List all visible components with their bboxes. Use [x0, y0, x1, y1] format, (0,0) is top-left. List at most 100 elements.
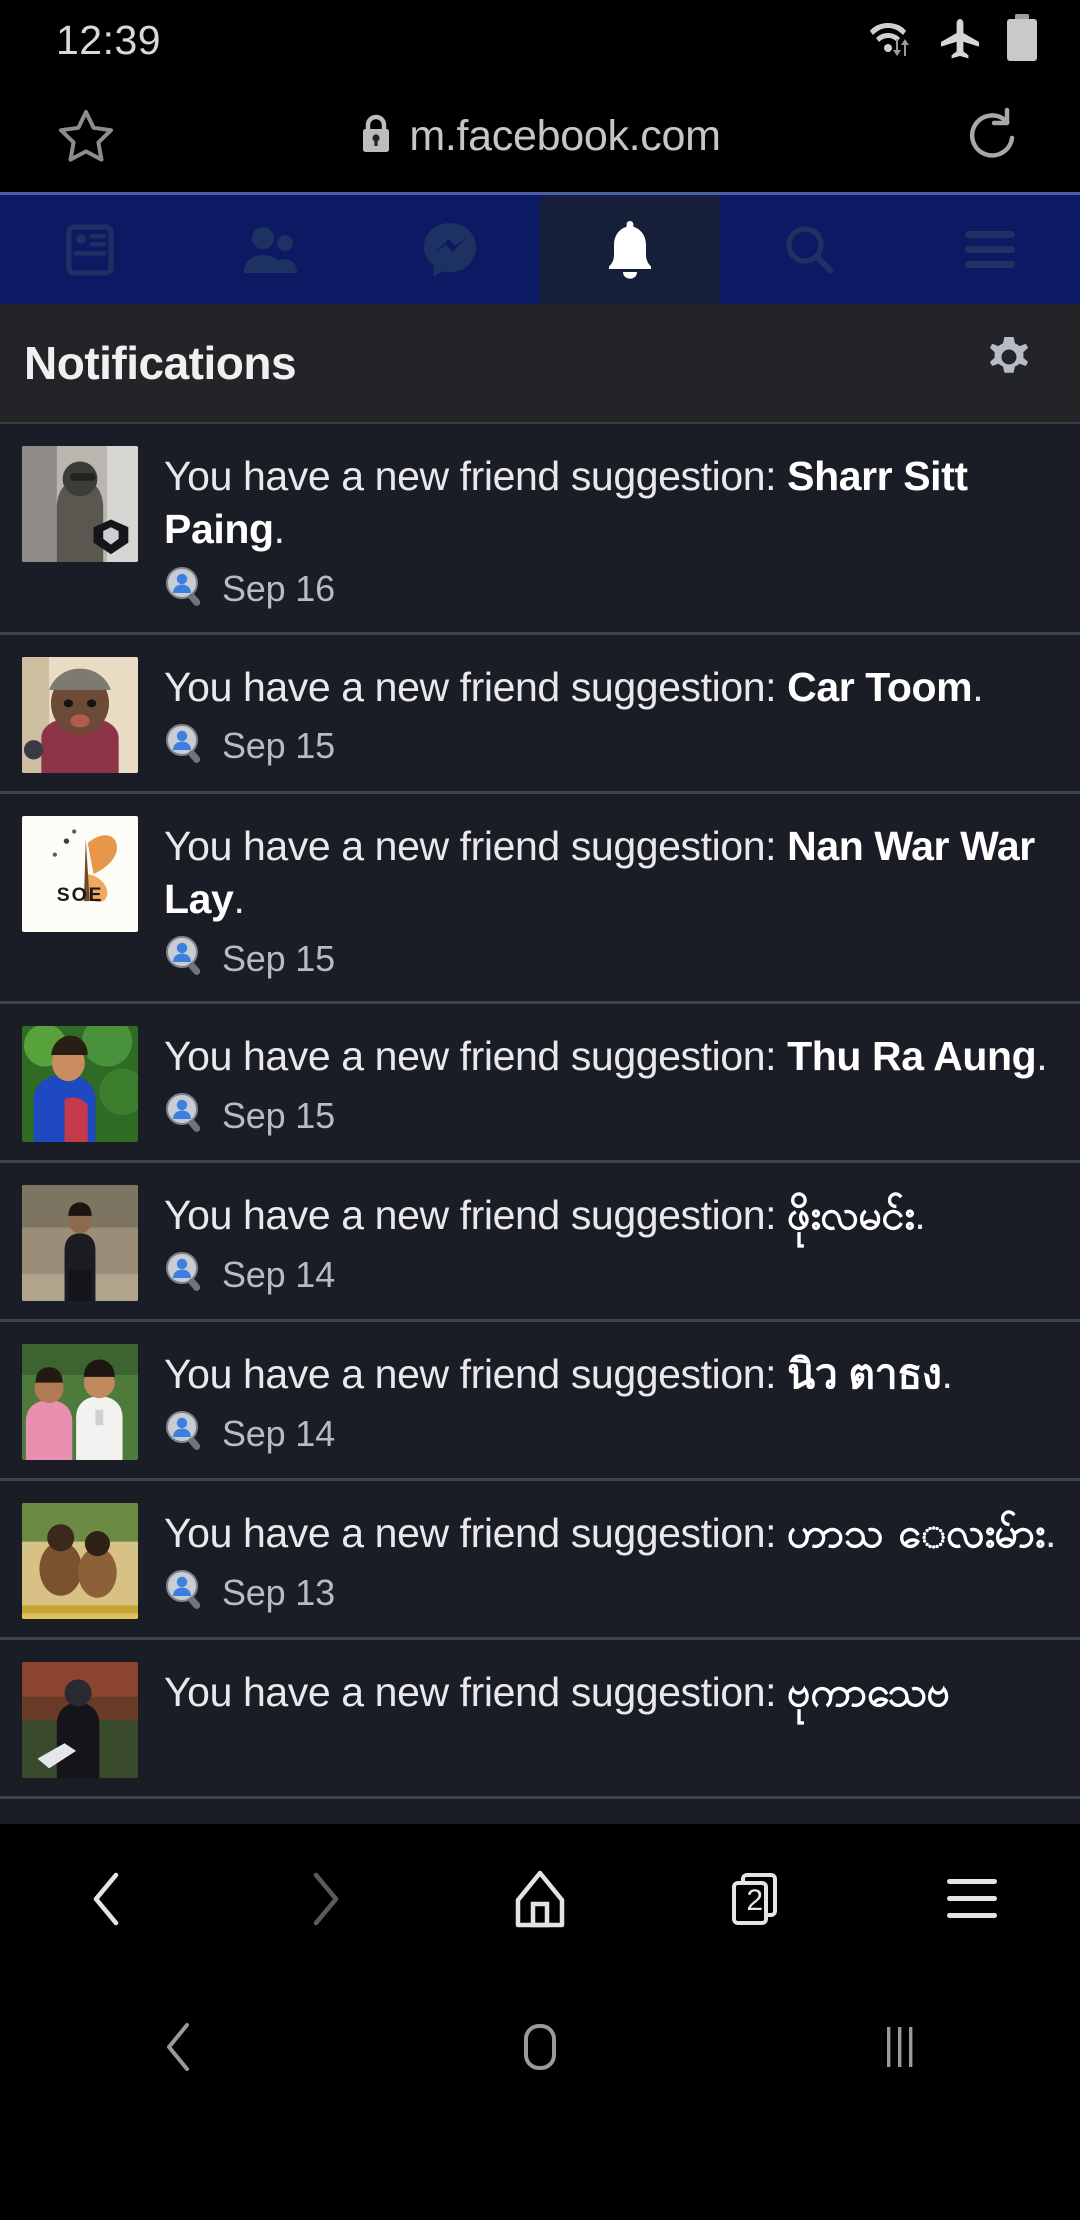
browser-home-button[interactable]: [432, 1868, 648, 1930]
notification-body: You have a new friend suggestion: ဟာသ ေလ…: [164, 1503, 1058, 1619]
status-bar-icons: [870, 13, 1040, 67]
android-home-button[interactable]: [360, 2017, 720, 2077]
notification-item[interactable]: You have a new friend suggestion: ဗုကာသေ…: [0, 1640, 1080, 1800]
browser-menu-button[interactable]: [864, 1873, 1080, 1925]
bookmark-star-icon[interactable]: [46, 96, 126, 176]
notification-date: Sep 14: [222, 1253, 335, 1295]
android-recents-button[interactable]: [720, 2017, 1080, 2077]
tab-count-badge: 2: [746, 1884, 764, 1918]
page-title: Notifications: [24, 337, 297, 389]
browser-forward-button[interactable]: [216, 1869, 432, 1929]
notification-prefix: You have a new friend suggestion:: [164, 822, 788, 869]
notification-meta: Sep 14: [164, 1250, 1058, 1299]
home-icon: [515, 1870, 565, 1928]
browser-url-bar[interactable]: m.facebook.com: [0, 80, 1080, 192]
fbnav-item-search[interactable]: [720, 195, 900, 304]
notification-body: You have a new friend suggestion: ဖိုးလမ…: [164, 1185, 1058, 1301]
airplane-mode-icon: [938, 17, 982, 64]
hamburger-menu-icon: [947, 1879, 997, 1918]
notification-prefix: You have a new friend suggestion:: [164, 1669, 788, 1716]
notification-meta: Sep 14: [164, 1409, 1058, 1458]
notification-text: You have a new friend suggestion: Sharr …: [164, 450, 1058, 557]
notification-prefix: You have a new friend suggestion:: [164, 1192, 788, 1239]
url-display[interactable]: m.facebook.com: [0, 112, 1080, 161]
avatar[interactable]: [22, 446, 138, 562]
status-bar: 12:39: [0, 0, 1080, 80]
forward-chevron-icon: [313, 1872, 339, 1926]
notification-meta: Sep 13: [164, 1568, 1058, 1617]
notification-text: You have a new friend suggestion: ဟာသ ေလ…: [164, 1507, 1058, 1560]
notification-text: You have a new friend suggestion: ဗုကာသေ…: [164, 1666, 1058, 1719]
avatar[interactable]: [22, 656, 138, 773]
notification-date: Sep 15: [222, 1094, 335, 1136]
notification-item[interactable]: You have a new friend suggestion: นิว ตา…: [0, 1322, 1080, 1482]
notification-item[interactable]: You have a new friend suggestion: Sharr …: [0, 424, 1080, 635]
notification-meta: Sep 16: [164, 565, 1058, 614]
notification-suffix: .: [941, 1351, 953, 1398]
notification-text: You have a new friend suggestion: นิว ตา…: [164, 1348, 1058, 1401]
newsfeed-icon: [66, 224, 114, 275]
gear-icon[interactable]: [978, 330, 1040, 397]
bell-icon: [609, 220, 651, 279]
notification-prefix: You have a new friend suggestion:: [164, 663, 788, 710]
svg-text:SOE: SOE: [57, 885, 104, 906]
notification-item[interactable]: SOE You have a new friend suggestion: Na…: [0, 793, 1080, 1005]
friend-search-icon: [164, 565, 208, 614]
notification-person-name: Car Toom: [787, 663, 973, 710]
notification-body: You have a new friend suggestion: Sharr …: [164, 446, 1058, 614]
fbnav-item-menu[interactable]: [900, 195, 1080, 304]
notification-text: You have a new friend suggestion: Car To…: [164, 661, 1058, 714]
url-text: m.facebook.com: [409, 111, 721, 160]
notification-item[interactable]: You have a new friend suggestion: ဟာသ ေလ…: [0, 1481, 1080, 1641]
browser-back-button[interactable]: [0, 1869, 216, 1929]
notification-meta: Sep 15: [164, 722, 1058, 771]
friends-icon: [244, 226, 297, 273]
notification-text: You have a new friend suggestion: ဖိုးလမ…: [164, 1189, 1058, 1242]
browser-tabs-button[interactable]: 2: [648, 1868, 864, 1930]
android-back-button[interactable]: [0, 2017, 360, 2077]
fbnav-item-news-feed[interactable]: [0, 195, 180, 304]
notification-meta: Sep 15: [164, 1091, 1058, 1140]
friend-search-icon: [164, 934, 208, 983]
search-icon: [786, 225, 834, 274]
wifi-data-icon: [870, 17, 916, 64]
reload-icon[interactable]: [954, 96, 1034, 176]
notification-item[interactable]: You have a new friend suggestion: Car To…: [0, 634, 1080, 794]
android-navigation-bar[interactable]: [0, 1974, 1080, 2120]
status-bar-clock: 12:39: [56, 16, 162, 63]
notification-date: Sep 14: [222, 1412, 335, 1454]
messenger-icon: [424, 222, 476, 276]
fbnav-item-friends[interactable]: [180, 195, 360, 304]
fbnav-item-messenger[interactable]: [360, 195, 540, 304]
avatar[interactable]: [22, 1344, 138, 1461]
fbnav-item-notifications[interactable]: [540, 195, 720, 304]
notification-date: Sep 15: [222, 937, 335, 979]
notifications-list[interactable]: You have a new friend suggestion: Sharr …: [0, 424, 1080, 1824]
avatar[interactable]: [22, 1185, 138, 1302]
android-back-icon: [167, 2023, 189, 2071]
notification-item[interactable]: You have a new friend suggestion: ဖိုးလမ…: [0, 1163, 1080, 1323]
avatar[interactable]: [22, 1662, 138, 1779]
notification-prefix: You have a new friend suggestion:: [164, 1033, 788, 1080]
facebook-tab-bar[interactable]: [0, 192, 1080, 304]
notification-body: You have a new friend suggestion: ဗုကာသေ…: [164, 1662, 1058, 1778]
notification-date: Sep 16: [222, 568, 335, 610]
avatar[interactable]: SOE: [22, 815, 138, 932]
notification-suffix: .: [233, 875, 245, 922]
android-home-icon: [524, 2024, 556, 2070]
lock-icon: [359, 113, 393, 160]
browser-bottom-toolbar[interactable]: 2: [0, 1824, 1080, 1974]
android-recents-icon: [887, 2027, 913, 2067]
notification-person-name: ဗုကာသေဗ: [787, 1669, 950, 1716]
notification-body: You have a new friend suggestion: Thu Ra…: [164, 1026, 1058, 1142]
avatar[interactable]: [22, 1026, 138, 1143]
friend-search-icon: [164, 1409, 208, 1458]
friend-search-icon: [164, 1568, 208, 1617]
notifications-header: Notifications: [0, 304, 1080, 424]
notification-person-name: นิว ตาธง: [787, 1351, 942, 1398]
notification-prefix: You have a new friend suggestion:: [164, 453, 788, 499]
notification-item[interactable]: You have a new friend suggestion: Thu Ra…: [0, 1004, 1080, 1164]
notification-prefix: You have a new friend suggestion:: [164, 1510, 788, 1557]
notification-suffix: .: [1044, 1510, 1056, 1557]
avatar[interactable]: [22, 1503, 138, 1620]
